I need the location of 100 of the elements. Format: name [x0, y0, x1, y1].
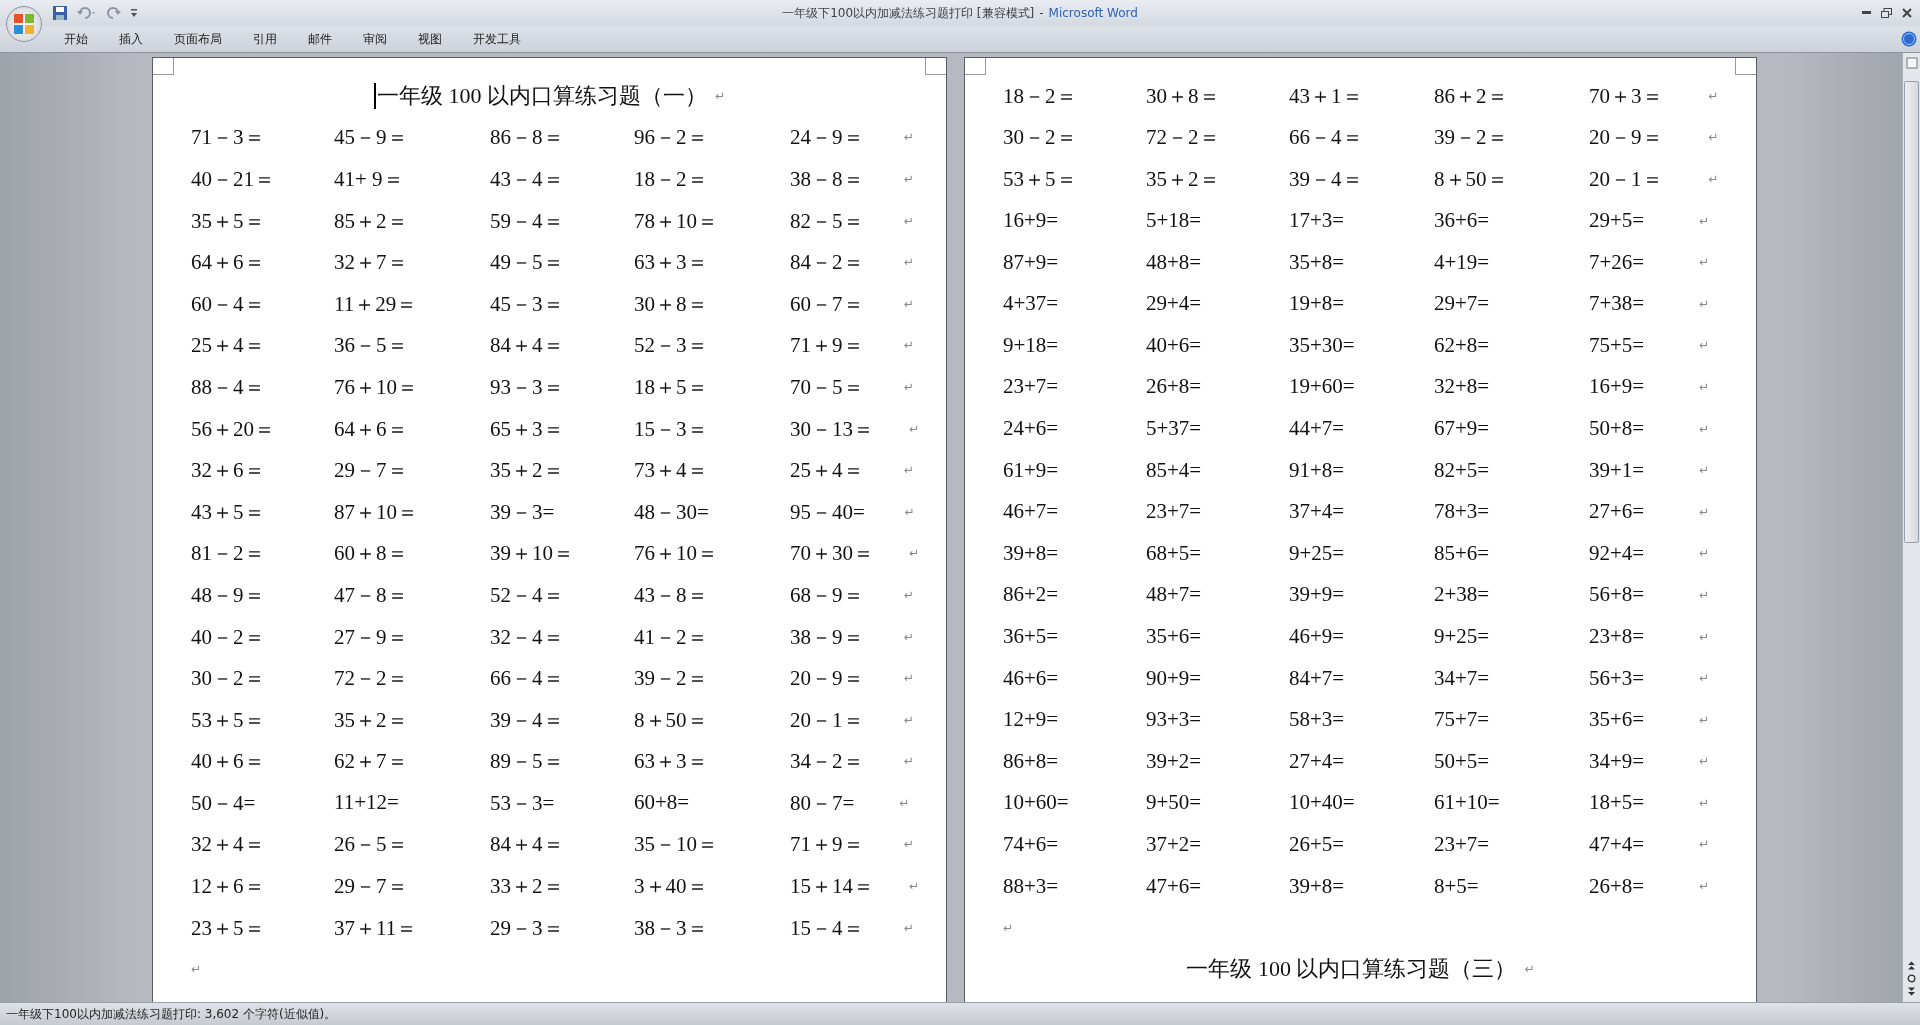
math-problem: 48+7= [1146, 582, 1203, 608]
math-problem: 30－2＝ [1003, 124, 1078, 152]
ribbon-tab[interactable]: 开始 [50, 27, 102, 51]
paragraph-mark: ↵ [903, 671, 915, 686]
math-problem: 93+3= [1146, 707, 1203, 733]
math-problem: 12＋6＝ [191, 873, 266, 901]
ribbon-tab[interactable]: 审阅 [349, 27, 401, 51]
math-problem: 29+7= [1434, 291, 1491, 317]
paragraph-mark: ↵ [1699, 712, 1711, 727]
ribbon-tab[interactable]: 插入 [105, 27, 157, 51]
math-problem: 16+9= [1589, 374, 1646, 400]
ribbon-tab[interactable]: 开发工具 [459, 27, 535, 51]
math-problem: 32－4＝ [490, 623, 565, 651]
paragraph-mark: ↵ [1699, 587, 1711, 602]
math-problem: 23+7= [1003, 374, 1060, 400]
scroll-thumb[interactable] [1904, 81, 1919, 543]
math-problem: 19+8= [1289, 291, 1346, 317]
math-problem: 29－7＝ [334, 457, 409, 485]
math-problem: 26+8= [1589, 873, 1646, 899]
paragraph-mark: ↵ [1003, 920, 1014, 935]
math-problem: 15－3＝ [634, 415, 709, 443]
browse-object-icon[interactable] [1907, 974, 1916, 983]
math-problem: 75+7= [1434, 707, 1491, 733]
paragraph-mark: ↵ [903, 172, 915, 186]
math-problem: 53＋5＝ [191, 706, 266, 734]
paragraph-mark: ↵ [903, 463, 915, 478]
math-problem: 50+8= [1589, 416, 1646, 442]
paragraph-mark: ↵ [191, 962, 202, 977]
math-problem: 86+2= [1003, 582, 1060, 608]
math-problem: 62+8= [1434, 332, 1491, 358]
math-problem: 87＋10＝ [334, 498, 419, 526]
math-problem: 30－13＝ [790, 415, 875, 443]
previous-page-icon[interactable] [1907, 961, 1916, 970]
close-icon[interactable] [1902, 8, 1912, 18]
vertical-scrollbar[interactable] [1902, 53, 1920, 1002]
math-problem: 32+8= [1434, 374, 1491, 400]
math-problem: 59－4＝ [490, 207, 565, 235]
math-problem: 27+4= [1289, 748, 1346, 774]
math-problem: 9+50= [1146, 790, 1203, 816]
math-problem: 8＋50＝ [634, 706, 709, 734]
ribbon-tab[interactable]: 视图 [404, 27, 456, 51]
math-problem: 18－2＝ [1003, 82, 1078, 110]
math-problem: 89－5＝ [490, 748, 565, 776]
math-problem: 72－2＝ [1146, 124, 1221, 152]
math-problem: 78＋10＝ [634, 207, 719, 235]
paragraph-mark: ↵ [1699, 795, 1711, 810]
math-problem: 40＋6＝ [191, 748, 266, 776]
math-problem: 87+9= [1003, 249, 1060, 275]
paragraph-mark: ↵ [903, 837, 915, 852]
math-problem: 61+10= [1434, 790, 1501, 816]
ribbon-tab[interactable]: 页面布局 [160, 27, 236, 51]
next-page-icon[interactable] [1907, 987, 1916, 996]
math-problem: 18+5= [1589, 790, 1646, 816]
math-problem: 78+3= [1434, 499, 1491, 525]
math-problem: 66－4＝ [1289, 124, 1364, 152]
math-problem: 84＋4＝ [490, 831, 565, 859]
math-problem: 29－3＝ [490, 914, 565, 942]
help-icon[interactable] [1901, 31, 1917, 47]
paragraph-mark: ↵ [1699, 546, 1711, 561]
math-problem: 37+2= [1146, 832, 1203, 857]
math-problem: 80－7= [790, 789, 856, 817]
ribbon-tab[interactable]: 引用 [239, 27, 291, 51]
math-problem: 36+5= [1003, 624, 1060, 649]
paragraph-mark: ↵ [1699, 879, 1711, 894]
status-text: 一年级下100以内加减法练习题打印: 3,602 个字符(近似值)。 [6, 1005, 337, 1023]
math-problem: 32＋6＝ [191, 457, 266, 485]
customize-dropdown-icon[interactable] [130, 8, 138, 18]
paragraph-mark: ↵ [1708, 172, 1720, 186]
paragraph-mark: ↵ [1699, 463, 1711, 478]
math-problem: 39+8= [1003, 540, 1060, 566]
math-problem: 45－9＝ [334, 124, 409, 152]
paragraph-mark: ↵ [908, 879, 921, 894]
math-problem: 4+19= [1434, 249, 1491, 275]
math-problem: 23+7= [1146, 499, 1203, 525]
math-problem: 82+5= [1434, 457, 1491, 483]
math-problem: 39+1= [1589, 457, 1646, 483]
paragraph-mark: ↵ [1699, 629, 1711, 644]
paragraph-mark: ↵ [1699, 379, 1711, 394]
math-problem: 81－2＝ [191, 540, 266, 568]
ruler-toggle-icon[interactable] [1905, 57, 1918, 69]
restore-icon[interactable] [1881, 8, 1892, 18]
math-problem: 74+6= [1003, 832, 1060, 857]
paragraph-mark: ↵ [1699, 421, 1711, 436]
math-problem: 85+4= [1146, 457, 1203, 483]
math-problem: 85＋2＝ [334, 207, 409, 235]
title-separator: - [1039, 5, 1044, 20]
math-problem: 35－10＝ [634, 831, 719, 859]
math-problem: 46+6= [1003, 665, 1060, 691]
math-problem: 32＋7＝ [334, 249, 409, 277]
math-problem: 39+9= [1289, 582, 1346, 608]
math-problem: 35＋5＝ [191, 207, 266, 235]
math-problem: 91+8= [1289, 457, 1346, 483]
math-problem: 53＋5＝ [1003, 166, 1078, 193]
math-problem: 71＋9＝ [790, 831, 865, 859]
math-problem: 39－3= [490, 498, 556, 526]
save-icon[interactable] [52, 5, 68, 21]
math-problem: 71＋9＝ [790, 332, 865, 360]
minimize-icon[interactable] [1862, 11, 1871, 15]
ribbon-tab[interactable]: 邮件 [294, 27, 346, 51]
paragraph-mark: ↵ [903, 255, 915, 270]
